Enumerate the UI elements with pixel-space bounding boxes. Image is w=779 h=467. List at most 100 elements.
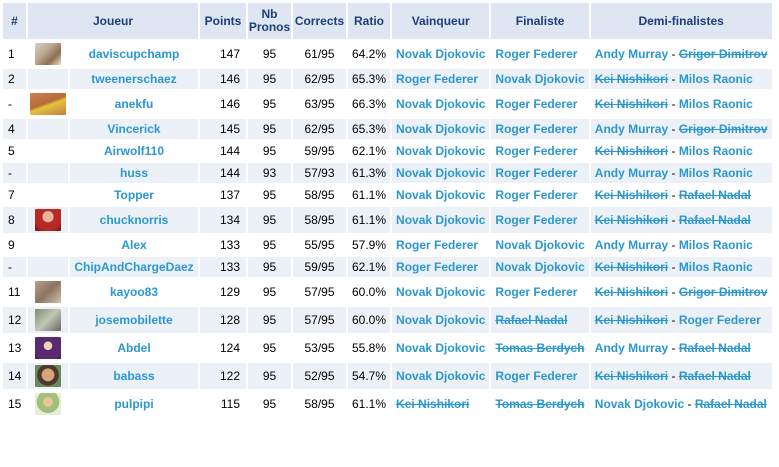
player-link[interactable]: daviscupchamp (89, 47, 180, 61)
winner-pick[interactable]: Novak Djokovic (396, 369, 485, 383)
semis-cell: Novak Djokovic - Rafael Nadal (590, 391, 772, 417)
points-cell: 134 (200, 207, 246, 233)
semifinalist-pick-1[interactable]: Kei Nishikori (595, 213, 668, 227)
avatar[interactable] (35, 43, 61, 65)
avatar-cell (28, 119, 68, 139)
finalist-pick[interactable]: Rafael Nadal (495, 313, 567, 327)
winner-pick[interactable]: Roger Federer (396, 238, 478, 252)
player-link[interactable]: Vincerick (107, 122, 160, 136)
semifinalist-pick-1[interactable]: Kei Nishikori (595, 97, 668, 111)
semifinalist-pick-1[interactable]: Kei Nishikori (595, 144, 668, 158)
finalist-pick[interactable]: Novak Djokovic (495, 72, 584, 86)
winner-pick[interactable]: Novak Djokovic (396, 285, 485, 299)
corrects-cell: 57/95 (293, 279, 346, 305)
semis-separator: - (668, 260, 679, 274)
winner-pick[interactable]: Roger Federer (396, 260, 478, 274)
semifinalist-pick-2[interactable]: Grigor Dimitrov (679, 122, 768, 136)
semifinalist-pick-1[interactable]: Kei Nishikori (595, 72, 668, 86)
semis-separator: - (684, 397, 695, 411)
winner-pick[interactable]: Novak Djokovic (396, 341, 485, 355)
player-cell: josemobilette (70, 307, 198, 333)
finalist-cell: Roger Federer (491, 163, 589, 183)
player-link[interactable]: babass (113, 369, 154, 383)
winner-pick[interactable]: Kei Nishikori (396, 397, 469, 411)
player-link[interactable]: Alex (121, 238, 146, 252)
finalist-pick[interactable]: Roger Federer (495, 144, 577, 158)
semifinalist-pick-1[interactable]: Kei Nishikori (595, 285, 668, 299)
player-link[interactable]: chucknorris (100, 213, 169, 227)
semifinalist-pick-2[interactable]: Grigor Dimitrov (679, 47, 768, 61)
ratio-cell: 61.1% (348, 207, 391, 233)
finalist-pick[interactable]: Tomas Berdych (495, 341, 584, 355)
finalist-pick[interactable]: Novak Djokovic (495, 260, 584, 274)
finalist-cell: Tomas Berdych (491, 391, 589, 417)
semifinalist-pick-1[interactable]: Andy Murray (595, 47, 668, 61)
semifinalist-pick-1[interactable]: Andy Murray (595, 122, 668, 136)
avatar[interactable] (35, 393, 61, 415)
player-link[interactable]: huss (120, 166, 148, 180)
pronos-cell: 95 (248, 279, 291, 305)
winner-pick[interactable]: Novak Djokovic (396, 188, 485, 202)
corrects-cell: 58/95 (293, 391, 346, 417)
semifinalist-pick-1[interactable]: Kei Nishikori (595, 188, 668, 202)
semifinalist-pick-2[interactable]: Milos Raonic (679, 97, 753, 111)
semifinalist-pick-1[interactable]: Kei Nishikori (595, 313, 668, 327)
player-link[interactable]: Topper (114, 188, 154, 202)
finalist-pick[interactable]: Roger Federer (495, 285, 577, 299)
finalist-pick[interactable]: Roger Federer (495, 122, 577, 136)
avatar[interactable] (35, 209, 61, 231)
semifinalist-pick-1[interactable]: Kei Nishikori (595, 260, 668, 274)
semifinalist-pick-2[interactable]: Rafael Nadal (679, 213, 751, 227)
player-link[interactable]: tweenerschaez (91, 72, 176, 86)
player-link[interactable]: Airwolf110 (104, 144, 164, 158)
finalist-pick[interactable]: Roger Federer (495, 166, 577, 180)
winner-pick[interactable]: Novak Djokovic (396, 97, 485, 111)
winner-pick[interactable]: Novak Djokovic (396, 166, 485, 180)
semifinalist-pick-2[interactable]: Milos Raonic (679, 72, 753, 86)
winner-pick[interactable]: Novak Djokovic (396, 47, 485, 61)
player-link[interactable]: Abdel (117, 341, 150, 355)
semifinalist-pick-1[interactable]: Novak Djokovic (595, 397, 684, 411)
avatar[interactable] (35, 365, 61, 387)
semifinalist-pick-2[interactable]: Rafael Nadal (679, 369, 751, 383)
semifinalist-pick-1[interactable]: Kei Nishikori (595, 369, 668, 383)
semis-separator: - (668, 97, 679, 111)
finalist-pick[interactable]: Roger Federer (495, 47, 577, 61)
finalist-cell: Novak Djokovic (491, 257, 589, 277)
winner-pick[interactable]: Novak Djokovic (396, 144, 485, 158)
semifinalist-pick-1[interactable]: Andy Murray (595, 166, 668, 180)
finalist-pick[interactable]: Roger Federer (495, 369, 577, 383)
winner-pick[interactable]: Novak Djokovic (396, 122, 485, 136)
player-link[interactable]: kayoo83 (110, 285, 158, 299)
player-link[interactable]: anekfu (115, 97, 154, 111)
avatar[interactable] (35, 337, 61, 359)
semifinalist-pick-1[interactable]: Andy Murray (595, 238, 668, 252)
avatar[interactable] (30, 93, 66, 115)
winner-pick[interactable]: Roger Federer (396, 72, 478, 86)
player-link[interactable]: ChipAndChargeDaez (74, 260, 193, 274)
semifinalist-pick-2[interactable]: Milos Raonic (679, 166, 753, 180)
finalist-pick[interactable]: Roger Federer (495, 213, 577, 227)
finalist-pick[interactable]: Roger Federer (495, 188, 577, 202)
semifinalist-pick-2[interactable]: Rafael Nadal (679, 188, 751, 202)
player-link[interactable]: josemobilette (95, 313, 172, 327)
points-cell: 129 (200, 279, 246, 305)
avatar[interactable] (35, 309, 61, 331)
winner-cell: Roger Federer (392, 69, 490, 89)
player-link[interactable]: pulpipi (114, 397, 153, 411)
finalist-pick[interactable]: Roger Federer (495, 97, 577, 111)
winner-pick[interactable]: Novak Djokovic (396, 313, 485, 327)
avatar[interactable] (35, 281, 61, 303)
semifinalist-pick-2[interactable]: Milos Raonic (679, 260, 753, 274)
semifinalist-pick-2[interactable]: Milos Raonic (679, 238, 753, 252)
semifinalist-pick-2[interactable]: Rafael Nadal (695, 397, 767, 411)
semifinalist-pick-2[interactable]: Grigor Dimitrov (679, 285, 768, 299)
semifinalist-pick-2[interactable]: Roger Federer (679, 313, 761, 327)
finalist-pick[interactable]: Tomas Berdych (495, 397, 584, 411)
finalist-pick[interactable]: Novak Djokovic (495, 238, 584, 252)
semifinalist-pick-1[interactable]: Andy Murray (595, 341, 668, 355)
semifinalist-pick-2[interactable]: Rafael Nadal (679, 341, 751, 355)
winner-pick[interactable]: Novak Djokovic (396, 213, 485, 227)
semifinalist-pick-2[interactable]: Milos Raonic (679, 144, 753, 158)
player-cell: Topper (70, 185, 198, 205)
